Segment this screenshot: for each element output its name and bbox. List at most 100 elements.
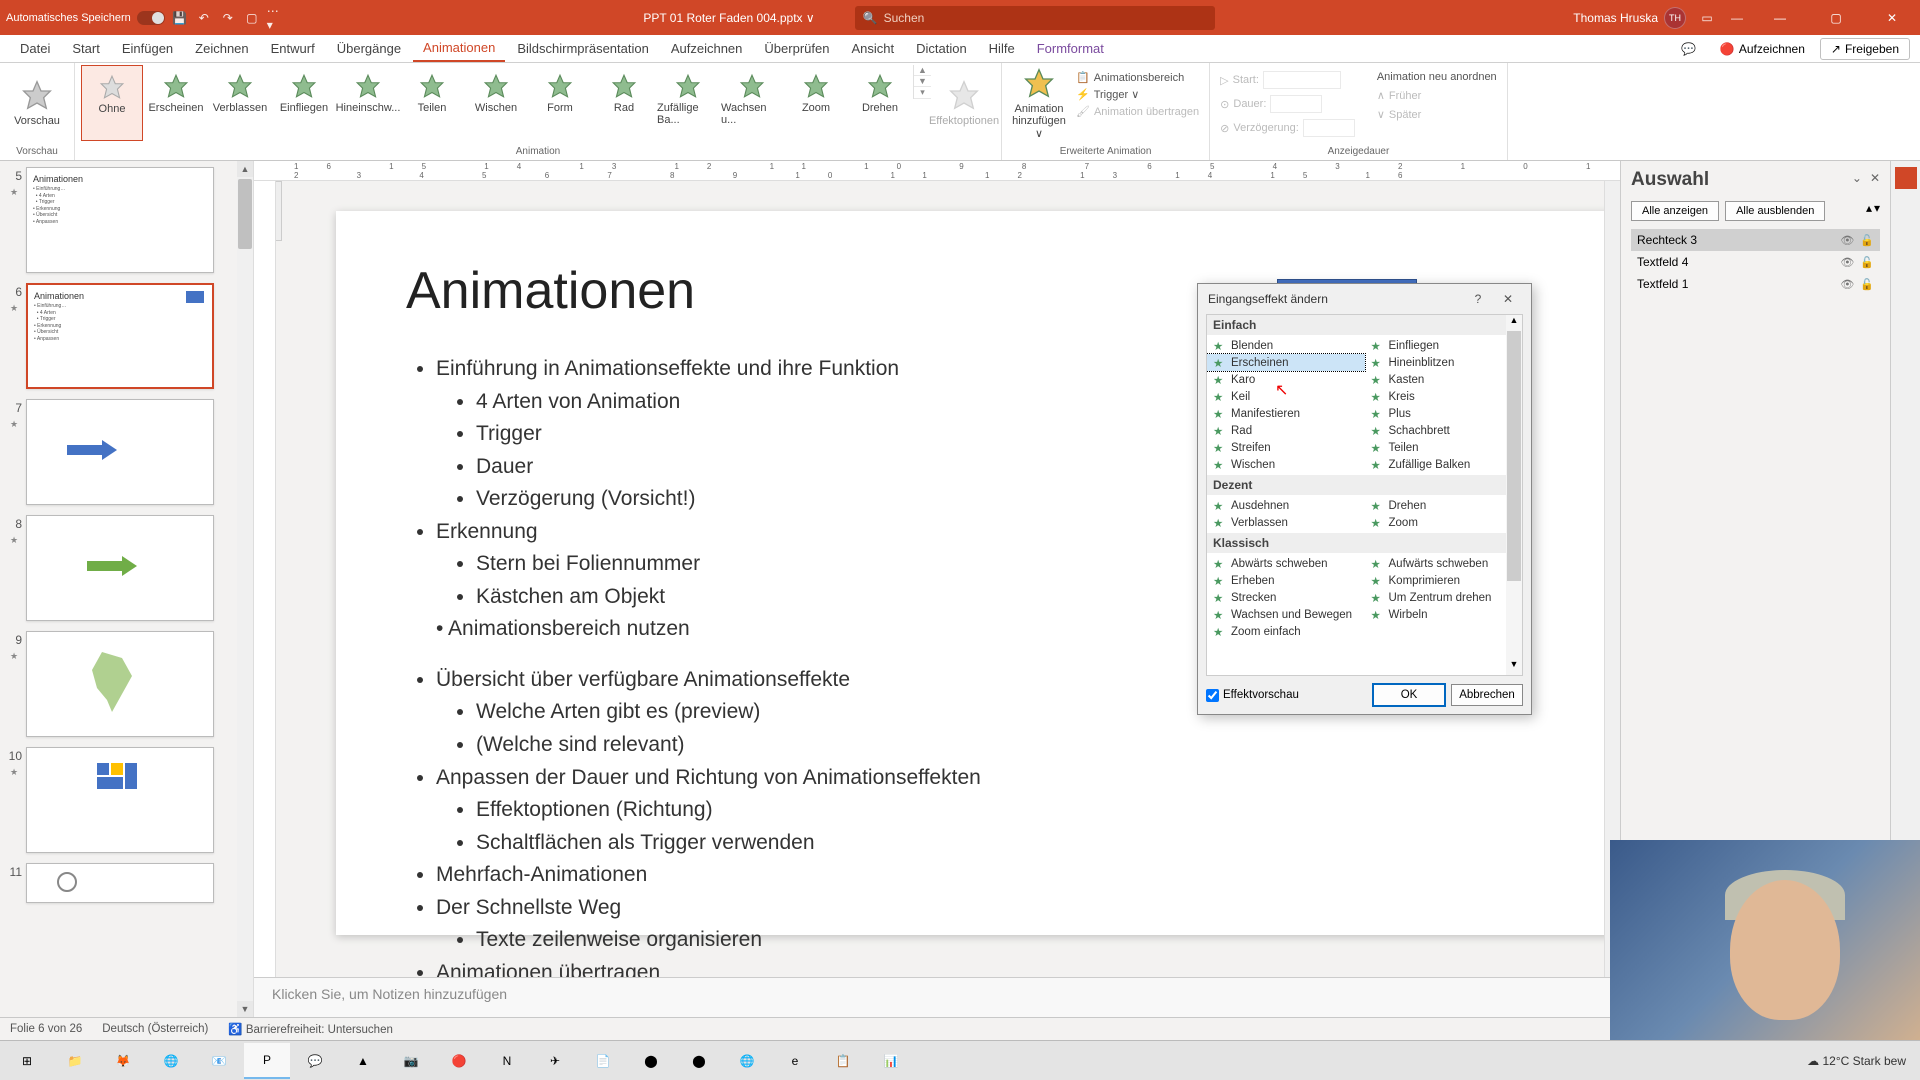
slideshow-start-icon[interactable]: ▢ — [243, 9, 261, 27]
window-mode-icon[interactable]: ▭ — [1698, 9, 1716, 27]
vlc-icon[interactable]: ▲ — [340, 1043, 386, 1079]
scroll-down-icon[interactable]: ▼ — [237, 1001, 253, 1017]
telegram-icon[interactable]: ✈ — [532, 1043, 578, 1079]
effect-item[interactable]: ★Zufällige Balken — [1365, 456, 1523, 473]
tab-transitions[interactable]: Übergänge — [327, 36, 411, 61]
anim-wheel[interactable]: Rad — [593, 65, 655, 141]
show-all-button[interactable]: Alle anzeigen — [1631, 201, 1719, 221]
visibility-icon[interactable]: 👁 — [1840, 256, 1854, 269]
undo-icon[interactable]: ↶ — [195, 9, 213, 27]
close-icon[interactable]: ✕ — [1495, 288, 1521, 310]
close-button[interactable]: ✕ — [1870, 3, 1914, 33]
side-tool-selection[interactable] — [1895, 167, 1917, 189]
minimize-button[interactable]: — — [1758, 3, 1802, 33]
effect-item[interactable]: ★Wachsen und Bewegen — [1207, 606, 1365, 623]
effect-item[interactable]: ★Drehen — [1365, 497, 1523, 514]
gallery-more[interactable]: ▲▼▾ — [913, 65, 931, 99]
obs-icon[interactable]: ⬤ — [628, 1043, 674, 1079]
chrome-icon[interactable]: 🌐 — [148, 1043, 194, 1079]
tab-help[interactable]: Hilfe — [979, 36, 1025, 61]
app-icon[interactable]: 📄 — [580, 1043, 626, 1079]
app-icon[interactable]: 💬 — [292, 1043, 338, 1079]
firefox-icon[interactable]: 🦊 — [100, 1043, 146, 1079]
share-button[interactable]: ↗ Freigeben — [1820, 38, 1910, 60]
user-account[interactable]: Thomas Hruska TH — [1573, 7, 1686, 29]
tab-record[interactable]: Aufzeichnen — [661, 36, 753, 61]
toggle-switch[interactable] — [137, 11, 165, 25]
effect-item[interactable]: ★Verblassen — [1207, 514, 1365, 531]
thumbnail-scrollbar[interactable]: ▲ ▼ — [237, 161, 253, 1017]
app-icon[interactable]: 📊 — [868, 1043, 914, 1079]
app-icon[interactable]: ⬤ — [676, 1043, 722, 1079]
anim-none[interactable]: Ohne — [81, 65, 143, 141]
effect-item[interactable]: ★Aufwärts schweben — [1365, 555, 1523, 572]
visibility-icon[interactable]: 👁 — [1840, 278, 1854, 291]
tab-dictation[interactable]: Dictation — [906, 36, 977, 61]
notes-pane[interactable]: Klicken Sie, um Notizen hinzuzufügen — [254, 977, 1620, 1017]
effect-item[interactable]: ★Ausdehnen — [1207, 497, 1365, 514]
preview-button[interactable]: Vorschau — [6, 65, 68, 141]
lock-icon[interactable]: 🔓 — [1860, 234, 1874, 247]
effect-item[interactable]: ★Streifen — [1207, 439, 1365, 456]
animation-pane-button[interactable]: 📋 Animationsbereich — [1072, 69, 1203, 86]
thumbnail-9[interactable] — [26, 631, 214, 737]
thumbnail-11[interactable] — [26, 863, 214, 903]
anim-shape[interactable]: Form — [529, 65, 591, 141]
thumbnail-5[interactable]: Animationen• Einführung… • 4 Arten • Tri… — [26, 167, 214, 273]
anim-wipe[interactable]: Wischen — [465, 65, 527, 141]
ribbon-options-icon[interactable]: — — [1728, 9, 1746, 27]
anim-split[interactable]: Teilen — [401, 65, 463, 141]
trigger-button[interactable]: ⚡ Trigger ∨ — [1072, 86, 1203, 103]
maximize-button[interactable]: ▢ — [1814, 3, 1858, 33]
effect-item[interactable]: ★Blenden — [1207, 337, 1365, 354]
help-icon[interactable]: ? — [1465, 288, 1491, 310]
selection-item[interactable]: Textfeld 1👁🔓 — [1631, 273, 1880, 295]
effect-item[interactable]: ★Zoom einfach — [1207, 623, 1365, 640]
weather-widget[interactable]: ☁ 12°C Stark bew — [1807, 1054, 1906, 1068]
effect-item[interactable]: ★Kasten — [1365, 371, 1523, 388]
cancel-button[interactable]: Abbrechen — [1451, 684, 1523, 706]
tab-review[interactable]: Überprüfen — [754, 36, 839, 61]
effect-item[interactable]: ★Hineinblitzen — [1365, 354, 1523, 371]
scroll-handle[interactable] — [238, 179, 252, 249]
effect-item[interactable]: ★Einfliegen — [1365, 337, 1523, 354]
anim-swivel[interactable]: Drehen — [849, 65, 911, 141]
chevron-down-icon[interactable]: ⌄ — [1852, 171, 1862, 185]
tab-view[interactable]: Ansicht — [841, 36, 904, 61]
comments-button[interactable]: 💬 — [1672, 38, 1705, 60]
anim-flyin[interactable]: Einfliegen — [273, 65, 335, 141]
save-icon[interactable]: 💾 — [171, 9, 189, 27]
effect-item[interactable]: ★Abwärts schweben — [1207, 555, 1365, 572]
effect-item[interactable]: ★Manifestieren — [1207, 405, 1365, 422]
tab-animations[interactable]: Animationen — [413, 35, 505, 62]
scroll-up-icon[interactable]: ▲ — [237, 161, 253, 177]
app-icon[interactable]: 📋 — [820, 1043, 866, 1079]
effect-item[interactable]: ★Zoom — [1365, 514, 1523, 531]
dialog-title-bar[interactable]: Eingangseffekt ändern ?✕ — [1198, 284, 1531, 314]
anim-random[interactable]: Zufällige Ba... — [657, 65, 719, 141]
lock-icon[interactable]: 🔓 — [1860, 256, 1874, 269]
thumbnail-7[interactable] — [26, 399, 214, 505]
effect-item[interactable]: ★Komprimieren — [1365, 572, 1523, 589]
record-button[interactable]: 🔴 Aufzeichnen — [1711, 38, 1814, 60]
move-up-icon[interactable]: ▴ — [1866, 201, 1872, 221]
tab-insert[interactable]: Einfügen — [112, 36, 183, 61]
close-pane-icon[interactable]: ✕ — [1870, 171, 1880, 185]
anim-floatin[interactable]: Hineinschw... — [337, 65, 399, 141]
effect-item[interactable]: ★Wischen — [1207, 456, 1365, 473]
onenote-icon[interactable]: N — [484, 1043, 530, 1079]
document-title[interactable]: PPT 01 Roter Faden 004.pptx ∨ — [643, 11, 814, 25]
slide-count[interactable]: Folie 6 von 26 — [10, 1023, 82, 1035]
language[interactable]: Deutsch (Österreich) — [102, 1023, 208, 1035]
thumbnail-10[interactable] — [26, 747, 214, 853]
effect-item[interactable]: ★Rad — [1207, 422, 1365, 439]
dialog-scrollbar[interactable]: ▲▼ — [1506, 315, 1522, 675]
selection-item[interactable]: Rechteck 3👁🔓 — [1631, 229, 1880, 251]
search-input[interactable] — [884, 11, 1207, 25]
lock-icon[interactable]: 🔓 — [1860, 278, 1874, 291]
selection-item[interactable]: Textfeld 4👁🔓 — [1631, 251, 1880, 273]
accessibility-check[interactable]: ♿ Barrierefreiheit: Untersuchen — [228, 1022, 393, 1036]
move-down-icon[interactable]: ▾ — [1874, 201, 1880, 221]
redo-icon[interactable]: ↷ — [219, 9, 237, 27]
effect-item-selected[interactable]: ★Erscheinen — [1207, 354, 1365, 371]
